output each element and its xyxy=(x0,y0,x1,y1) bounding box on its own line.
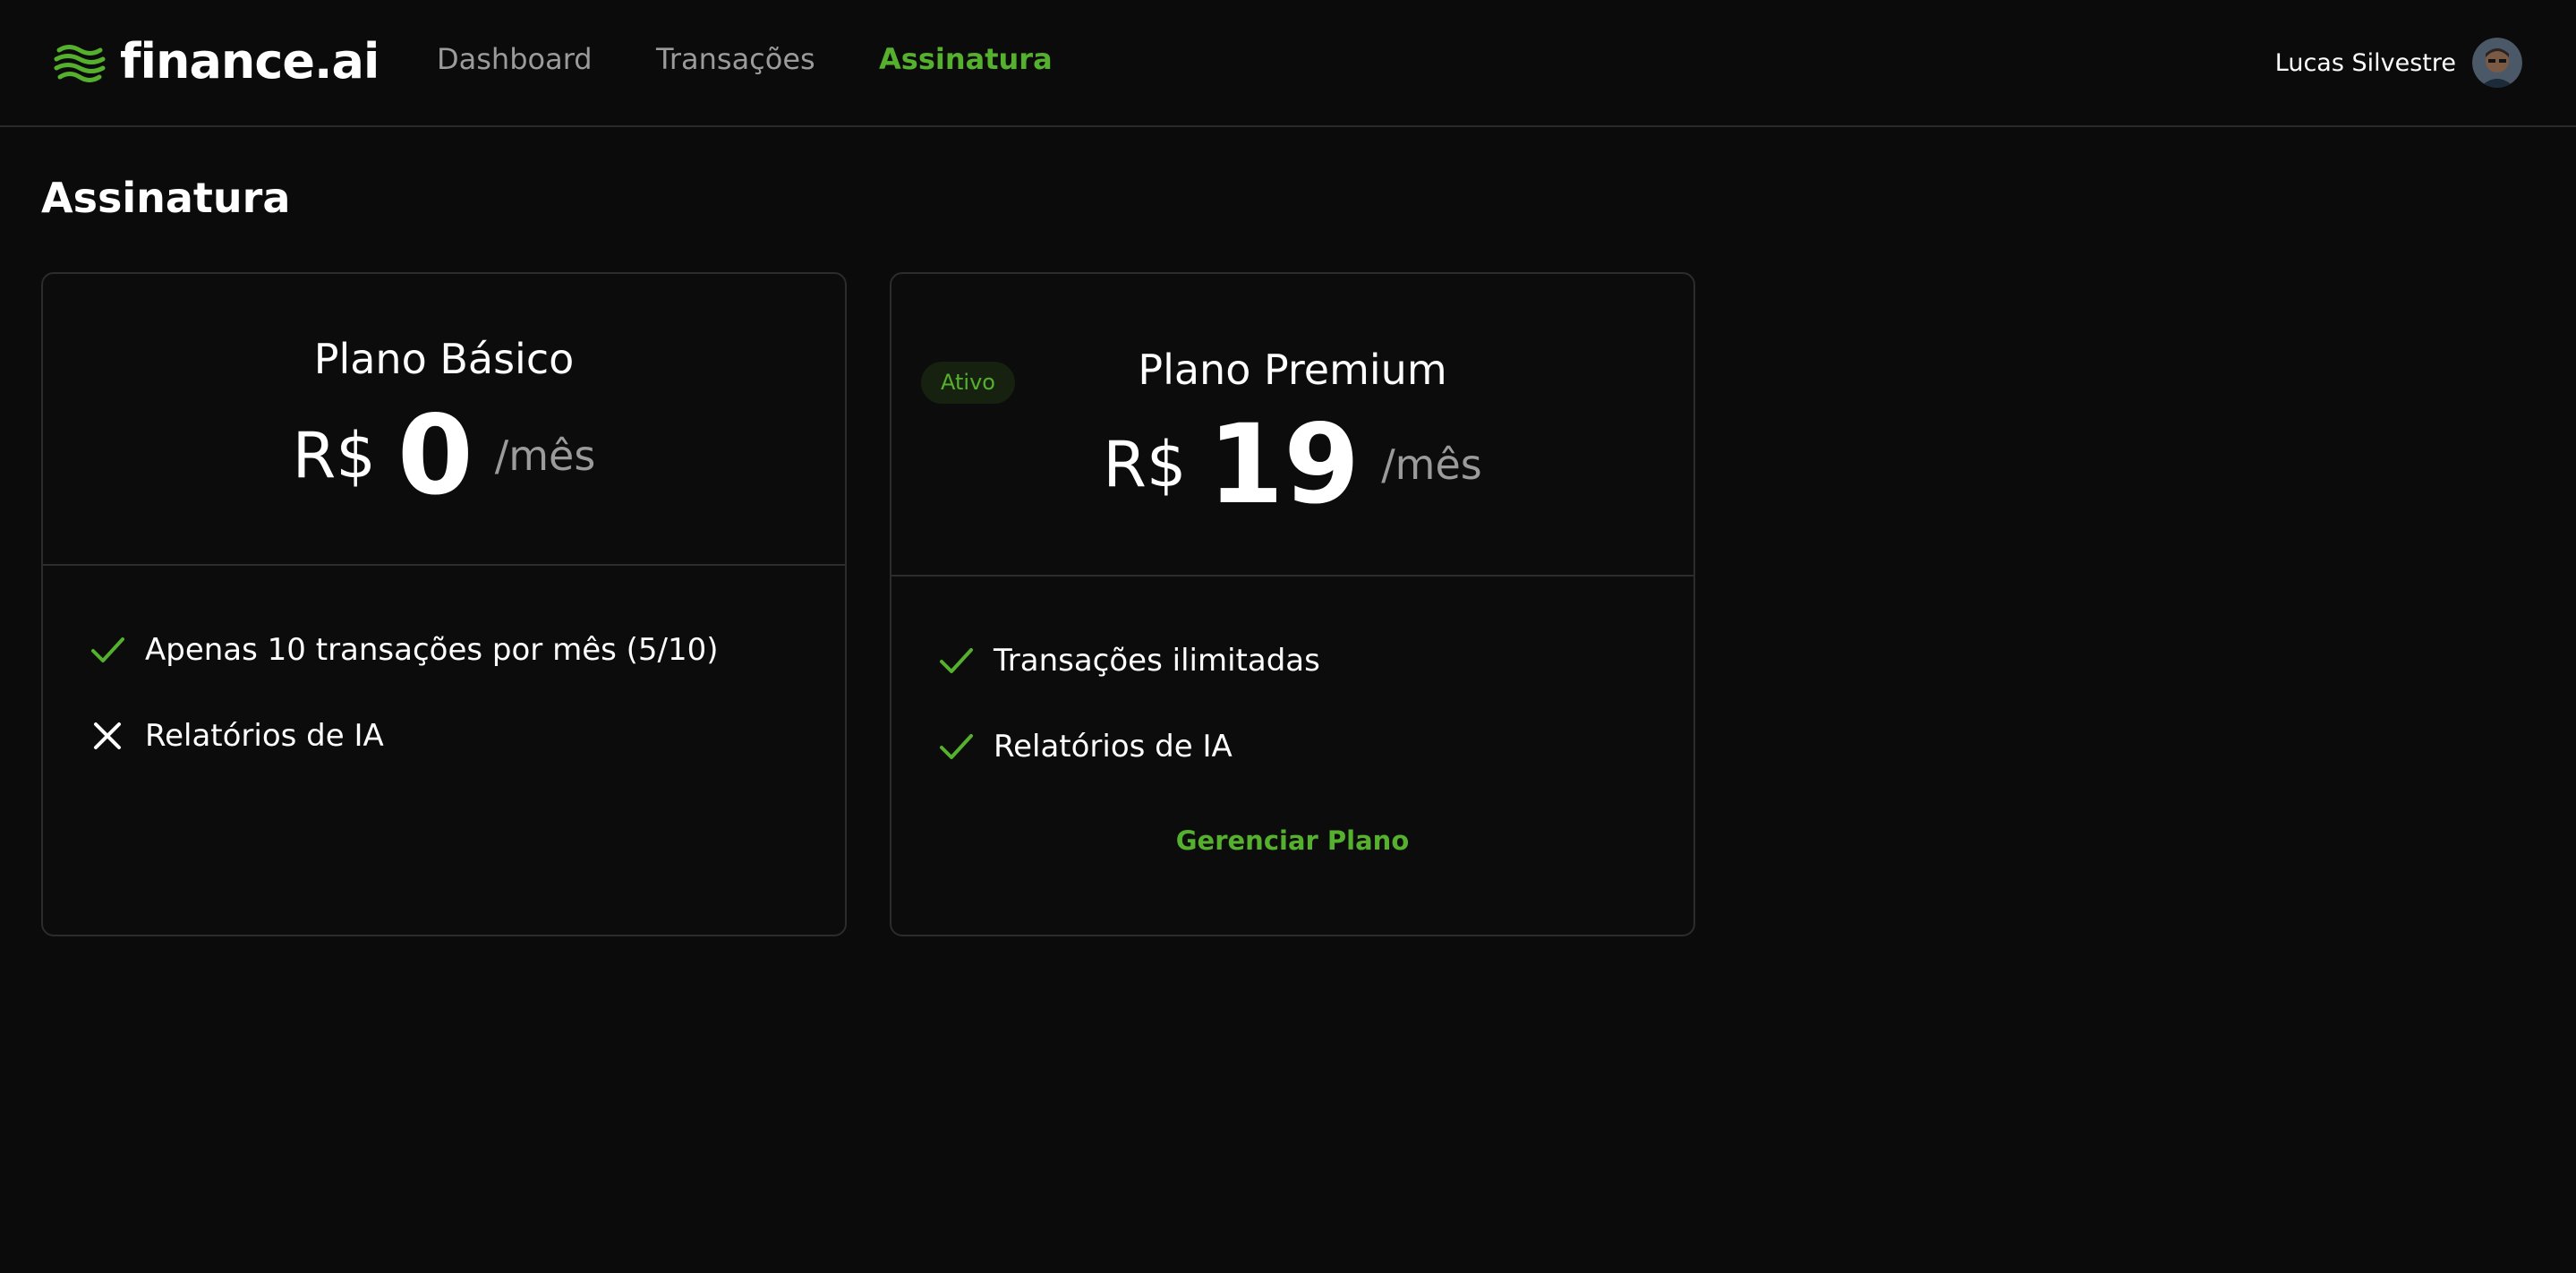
feature-list: Transações ilimitadas Relatórios de IA xyxy=(938,639,1320,811)
plan-price: R$ 0 /mês xyxy=(43,396,845,516)
wave-logo-icon xyxy=(54,37,106,87)
price-period: /mês xyxy=(1381,440,1482,490)
page-title: Assinatura xyxy=(41,174,291,222)
user-avatar[interactable] xyxy=(2472,38,2522,88)
plan-card-premium: Ativo Plano Premium R$ 19 /mês Transaçõe… xyxy=(890,272,1695,936)
feature-list: Apenas 10 transações por mês (5/10) Rela… xyxy=(90,628,719,800)
price-currency: R$ xyxy=(1103,428,1187,502)
price-period: /mês xyxy=(494,431,596,481)
user-name: Lucas Silvestre xyxy=(2274,48,2456,77)
price-amount: 19 xyxy=(1207,401,1361,528)
price-amount: 0 xyxy=(397,392,473,519)
top-navbar: finance.ai Dashboard Transações Assinatu… xyxy=(0,0,2576,127)
feature-text: Transações ilimitadas xyxy=(994,643,1320,679)
check-icon xyxy=(940,734,973,759)
plan-card-basic: Plano Básico R$ 0 /mês Apenas 10 transaç… xyxy=(41,272,847,936)
feature-text: Relatórios de IA xyxy=(145,718,384,754)
feature-item: Relatórios de IA xyxy=(90,714,719,757)
feature-item: Relatórios de IA xyxy=(938,725,1320,768)
x-icon xyxy=(94,722,121,749)
feature-item: Apenas 10 transações por mês (5/10) xyxy=(90,628,719,671)
nav-link-dashboard[interactable]: Dashboard xyxy=(437,45,593,73)
nav-link-assinatura[interactable]: Assinatura xyxy=(879,45,1053,73)
feature-item: Transações ilimitadas xyxy=(938,639,1320,682)
user-menu[interactable]: Lucas Silvestre xyxy=(2275,38,2522,88)
brand-name: finance.ai xyxy=(120,33,380,90)
plan-card-header: Plano Básico R$ 0 /mês xyxy=(43,274,845,566)
plan-name: Plano Premium xyxy=(1138,346,1447,394)
feature-text: Apenas 10 transações por mês (5/10) xyxy=(145,632,719,668)
nav-link-transacoes[interactable]: Transações xyxy=(656,45,815,73)
plan-card-header: Ativo Plano Premium R$ 19 /mês xyxy=(891,274,1693,577)
manage-plan-button[interactable]: Gerenciar Plano xyxy=(891,825,1693,856)
price-currency: R$ xyxy=(292,419,376,493)
check-icon xyxy=(940,648,973,673)
check-icon xyxy=(91,637,124,662)
feature-text: Relatórios de IA xyxy=(994,729,1233,765)
plan-name: Plano Básico xyxy=(313,335,575,383)
plan-price: R$ 19 /mês xyxy=(891,405,1693,525)
brand-logo[interactable]: finance.ai xyxy=(54,33,380,90)
